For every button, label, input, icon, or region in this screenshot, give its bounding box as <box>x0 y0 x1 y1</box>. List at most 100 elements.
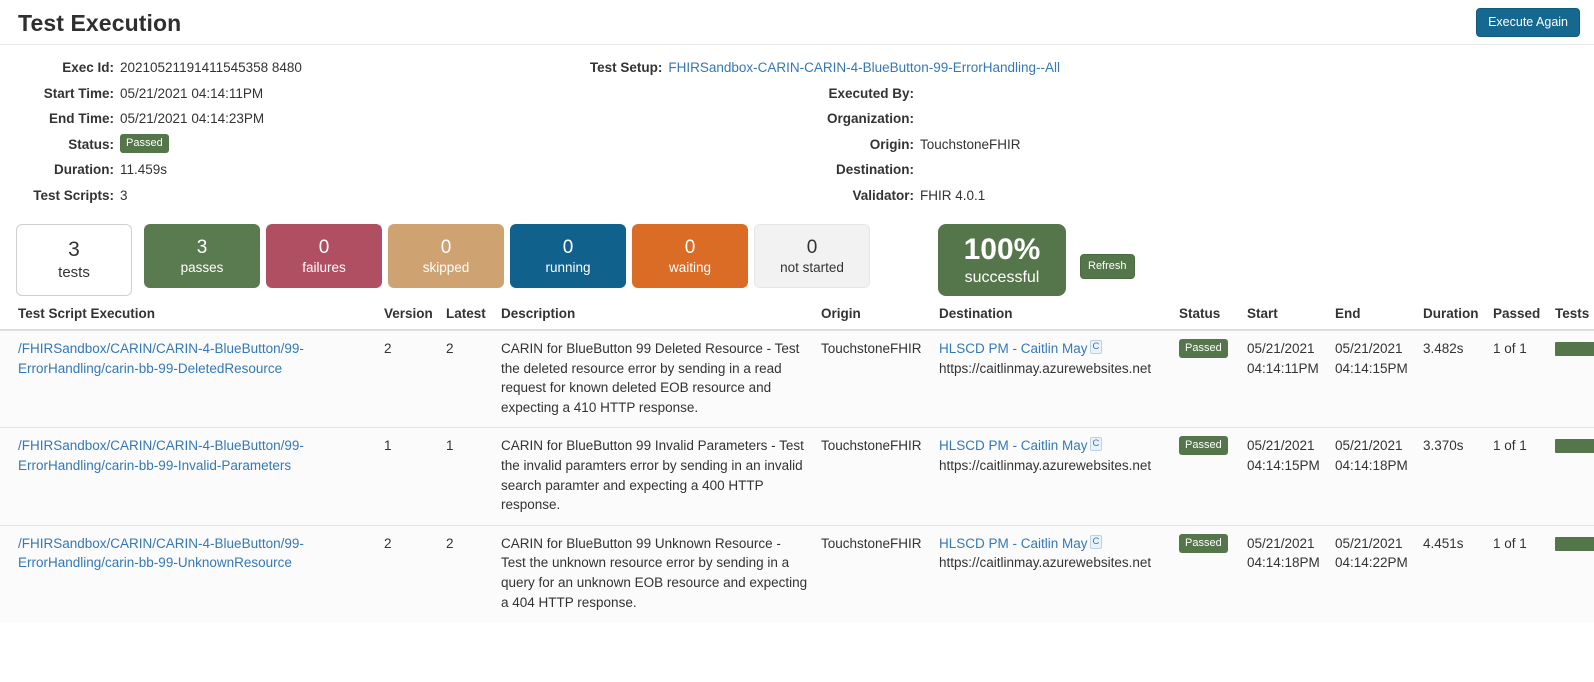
cell-origin: TouchstoneFHIR <box>815 330 933 428</box>
cell-passed: 1 of 1 <box>1487 428 1549 525</box>
summary-label-status: Status: <box>0 132 120 158</box>
stat-box-skipped[interactable]: 0 skipped <box>388 224 504 288</box>
stat-box-running[interactable]: 0 running <box>510 224 626 288</box>
summary-field-exec-id: Exec Id: 20210521191411545358 8480 <box>0 55 420 81</box>
stat-skipped-count: 0 <box>441 236 452 259</box>
execute-again-button[interactable]: Execute Again <box>1476 8 1580 37</box>
row-status-badge: Passed <box>1179 436 1228 455</box>
stat-box-tests[interactable]: 3 tests <box>16 224 132 296</box>
tests-progress-bar <box>1555 537 1594 551</box>
summary-value-test-setup: FHIRSandbox-CARIN-CARIN-4-BlueButton-99-… <box>668 55 1060 81</box>
stat-box-passes[interactable]: 3 passes <box>144 224 260 288</box>
stat-waiting-label: waiting <box>669 259 711 277</box>
summary-label-test-setup: Test Setup: <box>420 55 668 81</box>
exec-id-text: 20210521191411545358 8480 <box>120 60 302 75</box>
column-header-end[interactable]: End <box>1329 302 1417 330</box>
cell-duration: 3.370s <box>1417 428 1487 525</box>
table-header-row: Test Script Execution Version Latest Des… <box>0 302 1594 330</box>
summary-label-organization: Organization: <box>420 106 920 132</box>
start-time: 04:14:11PM <box>1247 359 1323 379</box>
summary-label-exec-id: Exec Id: <box>0 55 120 81</box>
row-status-badge: Passed <box>1179 339 1228 358</box>
summary-field-origin: Origin: TouchstoneFHIR <box>420 132 1060 158</box>
test-script-link[interactable]: /FHIRSandbox/CARIN/CARIN-4-BlueButton/99… <box>18 536 304 571</box>
cell-test-script-execution: /FHIRSandbox/CARIN/CARIN-4-BlueButton/99… <box>0 525 378 622</box>
table-head: Test Script Execution Version Latest Des… <box>0 302 1594 330</box>
column-header-passed[interactable]: Passed <box>1487 302 1549 330</box>
destination-link[interactable]: HLSCD PM - Caitlin May <box>939 438 1088 453</box>
cell-start: 05/21/2021 04:14:15PM <box>1241 428 1329 525</box>
summary-value-status: Passed <box>120 132 169 158</box>
test-script-link[interactable]: /FHIRSandbox/CARIN/CARIN-4-BlueButton/99… <box>18 341 304 376</box>
cell-start: 05/21/2021 04:14:11PM <box>1241 330 1329 428</box>
stat-skipped-label: skipped <box>423 259 470 277</box>
stat-passes-count: 3 <box>197 236 208 259</box>
column-header-start[interactable]: Start <box>1241 302 1329 330</box>
destination-link[interactable]: HLSCD PM - Caitlin May <box>939 536 1088 551</box>
summary-value-test-scripts: 3 <box>120 183 128 209</box>
conformance-badge-icon: C <box>1090 535 1103 549</box>
column-header-origin[interactable]: Origin <box>815 302 933 330</box>
conformance-badge-icon: C <box>1090 437 1103 451</box>
summary-label-validator: Validator: <box>420 183 920 209</box>
column-header-status[interactable]: Status <box>1173 302 1241 330</box>
stat-not-started-label: not started <box>780 259 844 277</box>
stat-box-not-started[interactable]: 0 not started <box>754 224 870 288</box>
summary-field-start-time: Start Time: 05/21/2021 04:14:11PM <box>0 81 420 107</box>
cell-passed: 1 of 1 <box>1487 330 1549 428</box>
cell-end: 05/21/2021 04:14:15PM <box>1329 330 1417 428</box>
test-setup-link[interactable]: FHIRSandbox-CARIN-CARIN-4-BlueButton-99-… <box>668 60 1060 75</box>
stat-box-failures[interactable]: 0 failures <box>266 224 382 288</box>
summary-field-end-time: End Time: 05/21/2021 04:14:23PM <box>0 106 420 132</box>
cell-description: CARIN for BlueButton 99 Unknown Resource… <box>495 525 815 622</box>
summary-value-start-time: 05/21/2021 04:14:11PM <box>120 81 263 107</box>
cell-version: 2 <box>378 525 440 622</box>
conformance-badge-icon: C <box>1090 340 1103 354</box>
start-date: 05/21/2021 <box>1247 436 1323 456</box>
tests-progress-bar <box>1555 439 1594 453</box>
cell-end: 05/21/2021 04:14:22PM <box>1329 525 1417 622</box>
cell-origin: TouchstoneFHIR <box>815 428 933 525</box>
column-header-latest[interactable]: Latest <box>440 302 495 330</box>
summary-field-duration: Duration: 11.459s <box>0 157 420 183</box>
summary-field-executed-by: Executed By: <box>420 81 1060 107</box>
start-date: 05/21/2021 <box>1247 534 1323 554</box>
column-header-version[interactable]: Version <box>378 302 440 330</box>
test-script-link[interactable]: /FHIRSandbox/CARIN/CARIN-4-BlueButton/99… <box>18 438 304 473</box>
start-time: 04:14:18PM <box>1247 553 1323 573</box>
stat-box-waiting[interactable]: 0 waiting <box>632 224 748 288</box>
page-header: Test Execution Execute Again <box>0 0 1594 45</box>
cell-duration: 3.482s <box>1417 330 1487 428</box>
column-header-description[interactable]: Description <box>495 302 815 330</box>
column-header-duration[interactable]: Duration <box>1417 302 1487 330</box>
stat-not-started-count: 0 <box>807 236 818 259</box>
stat-box-successful: 100% successful <box>938 224 1066 296</box>
cell-end: 05/21/2021 04:14:18PM <box>1329 428 1417 525</box>
destination-url: https://caitlinmay.azurewebsites.net <box>939 456 1167 476</box>
summary-field-test-scripts: Test Scripts: 3 <box>0 183 420 209</box>
end-date: 05/21/2021 <box>1335 436 1411 456</box>
column-header-test-script-execution[interactable]: Test Script Execution <box>0 302 378 330</box>
summary-value-end-time: 05/21/2021 04:14:23PM <box>120 106 264 132</box>
summary-label-origin: Origin: <box>420 132 920 158</box>
start-date: 05/21/2021 <box>1247 339 1323 359</box>
column-header-destination[interactable]: Destination <box>933 302 1173 330</box>
cell-tests <box>1549 330 1594 428</box>
stat-waiting-count: 0 <box>685 236 696 259</box>
end-time: 04:14:15PM <box>1335 359 1411 379</box>
cell-status: Passed <box>1173 525 1241 622</box>
cell-test-script-execution: /FHIRSandbox/CARIN/CARIN-4-BlueButton/99… <box>0 330 378 428</box>
stat-running-label: running <box>545 259 590 277</box>
table-row: /FHIRSandbox/CARIN/CARIN-4-BlueButton/99… <box>0 525 1594 622</box>
end-date: 05/21/2021 <box>1335 534 1411 554</box>
summary-field-organization: Organization: <box>420 106 1060 132</box>
cell-version: 2 <box>378 330 440 428</box>
summary-field-test-setup: Test Setup: FHIRSandbox-CARIN-CARIN-4-Bl… <box>420 55 1060 81</box>
refresh-button[interactable]: Refresh <box>1080 254 1135 279</box>
cell-origin: TouchstoneFHIR <box>815 525 933 622</box>
stat-successful-label: successful <box>965 267 1040 288</box>
end-date: 05/21/2021 <box>1335 339 1411 359</box>
table-row: /FHIRSandbox/CARIN/CARIN-4-BlueButton/99… <box>0 330 1594 428</box>
destination-link[interactable]: HLSCD PM - Caitlin May <box>939 341 1088 356</box>
column-header-tests[interactable]: Tests <box>1549 302 1594 330</box>
